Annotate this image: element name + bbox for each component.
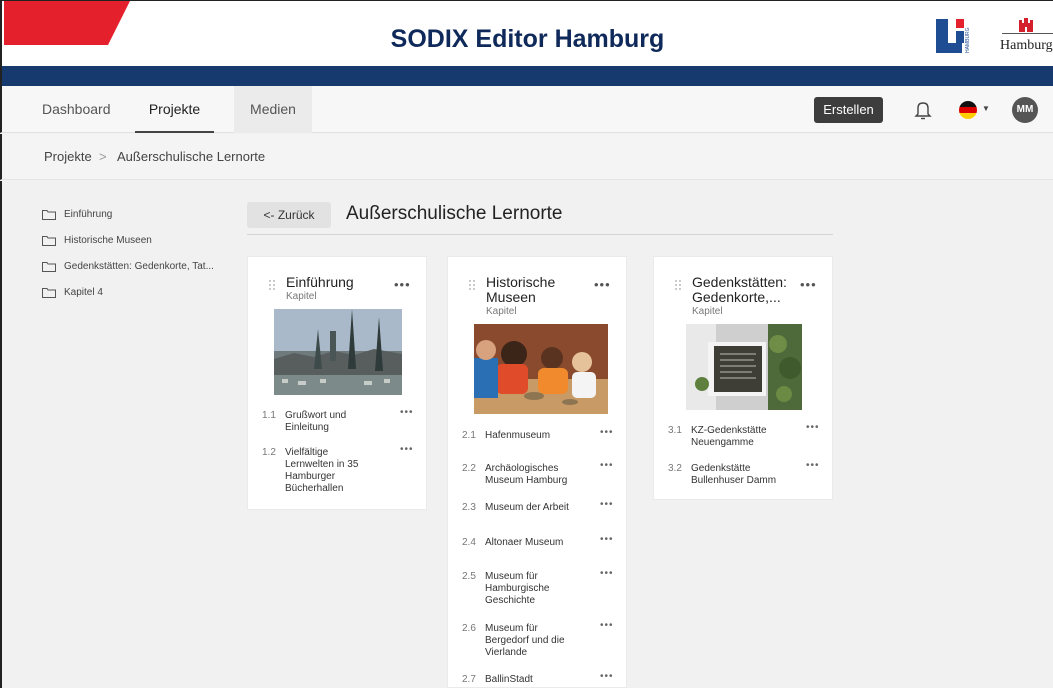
item-more-button[interactable]: ••• xyxy=(600,460,614,472)
chapter-title: Historische Museen xyxy=(486,274,556,305)
chapter-image xyxy=(474,324,608,414)
li-hamburg-logo: HAMBURG xyxy=(936,19,971,53)
chapter-card-gedenkstaetten[interactable]: Gedenkstätten: Gedenkorte,... Kapitel •••… xyxy=(653,256,833,500)
hamburg-logo-text: Hamburg xyxy=(1000,38,1053,53)
chapter-type: Kapitel xyxy=(286,291,317,302)
header-accent-bar xyxy=(0,66,1053,86)
drag-handle-icon[interactable] xyxy=(468,279,476,291)
tab-dashboard[interactable]: Dashboard xyxy=(42,86,111,133)
item-more-button[interactable]: ••• xyxy=(806,422,820,434)
app-header: SODIX Editor Hamburg HAMBURG Hamburg xyxy=(0,0,1053,66)
list-item[interactable]: 2.6 Museum für Bergedorf und die Vierlan… xyxy=(462,620,622,661)
item-more-button[interactable]: ••• xyxy=(600,568,614,580)
drag-handle-icon[interactable] xyxy=(674,279,682,291)
chapter-more-button[interactable]: ••• xyxy=(594,277,611,292)
folder-icon xyxy=(42,262,56,272)
main-navigation: Dashboard Projekte Medien Erstellen ▼ MM xyxy=(0,86,1053,133)
title-divider xyxy=(247,234,833,235)
chapter-title: Gedenkstätten: Gedenkorte,... xyxy=(692,274,787,305)
list-item[interactable]: 2.2 Archäologisches Museum Hamburg ••• xyxy=(462,460,622,489)
drag-handle-icon[interactable] xyxy=(268,279,276,291)
language-dropdown-icon[interactable]: ▼ xyxy=(982,104,990,113)
chapter-more-button[interactable]: ••• xyxy=(394,277,411,292)
item-more-button[interactable]: ••• xyxy=(806,460,820,472)
item-more-button[interactable]: ••• xyxy=(600,534,614,546)
chapter-type: Kapitel xyxy=(486,306,517,317)
list-item[interactable]: 2.1 Hafenmuseum ••• xyxy=(462,427,622,444)
folder-icon xyxy=(42,236,56,246)
chapter-type: Kapitel xyxy=(692,306,723,317)
bell-icon[interactable] xyxy=(914,100,932,120)
language-flag-icon[interactable] xyxy=(959,101,977,119)
list-item[interactable]: 1.2 Vielfältige Lernwelten in 35 Hamburg… xyxy=(262,444,422,497)
breadcrumb: Projekte > Außerschulische Lernorte xyxy=(0,134,1053,180)
tab-projekte[interactable]: Projekte xyxy=(135,86,214,133)
chapter-card-einfuehrung[interactable]: Einführung Kapitel ••• 1.1 Grußwort und … xyxy=(247,256,427,510)
list-item[interactable]: 1.1 Grußwort und Einleitung ••• xyxy=(262,407,422,436)
item-more-button[interactable]: ••• xyxy=(400,444,414,456)
sidebar-item-label: Einführung xyxy=(64,209,113,220)
list-item[interactable]: 2.4 Altonaer Museum ••• xyxy=(462,534,622,551)
folder-icon xyxy=(42,210,56,220)
breadcrumb-current: Außerschulische Lernorte xyxy=(117,149,266,164)
app-title: SODIX Editor Hamburg xyxy=(390,25,665,53)
chapter-title: Einführung xyxy=(286,274,354,290)
sidebar-item-label: Historische Museen xyxy=(64,235,152,246)
item-more-button[interactable]: ••• xyxy=(600,427,614,439)
chapter-image xyxy=(686,324,802,410)
chapter-image xyxy=(274,309,402,395)
sidebar-item-label: Gedenkstätten: Gedenkorte, Tat... xyxy=(64,261,214,272)
tab-medien[interactable]: Medien xyxy=(234,86,312,133)
item-more-button[interactable]: ••• xyxy=(600,620,614,632)
page-title: Außerschulische Lernorte xyxy=(346,203,563,224)
breadcrumb-separator: > xyxy=(99,149,107,164)
folder-icon xyxy=(42,288,56,298)
item-more-button[interactable]: ••• xyxy=(600,499,614,511)
item-more-button[interactable]: ••• xyxy=(400,407,414,419)
hamburg-castle-icon xyxy=(1019,18,1033,32)
item-more-button[interactable]: ••• xyxy=(600,671,614,683)
list-item[interactable]: 3.2 Gedenkstätte Bullenhuser Damm ••• xyxy=(668,460,828,489)
hamburg-logo: Hamburg xyxy=(998,17,1053,61)
chapter-card-historische-museen[interactable]: Historische Museen Kapitel ••• 2.1 Hafenm… xyxy=(447,256,627,688)
sidebar-item-label: Kapitel 4 xyxy=(64,287,103,298)
svg-text:HAMBURG: HAMBURG xyxy=(965,27,971,53)
create-button[interactable]: Erstellen xyxy=(814,97,883,123)
back-button[interactable]: <- Zurück xyxy=(247,202,331,228)
avatar[interactable]: MM xyxy=(1012,97,1038,123)
list-item[interactable]: 3.1 KZ-Gedenkstätte Neuengamme ••• xyxy=(668,422,828,451)
list-item[interactable]: 2.5 Museum für Hamburgische Geschichte •… xyxy=(462,568,622,609)
chapter-more-button[interactable]: ••• xyxy=(800,277,817,292)
list-item[interactable]: 2.7 BallinStadt ••• xyxy=(462,671,622,688)
list-item[interactable]: 2.3 Museum der Arbeit ••• xyxy=(462,499,622,516)
breadcrumb-root[interactable]: Projekte xyxy=(44,134,92,180)
